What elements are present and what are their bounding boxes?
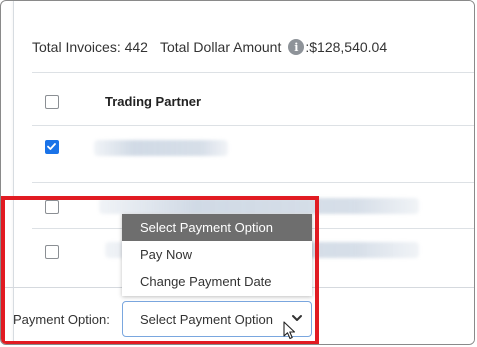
payment-option-label: Payment Option: xyxy=(13,312,110,327)
total-invoices-label: Total Invoices: xyxy=(32,39,121,55)
mouse-cursor-icon xyxy=(283,321,297,344)
total-amount-value: :$128,540.04 xyxy=(305,39,388,55)
row-checkbox-1[interactable] xyxy=(45,140,59,154)
total-invoices-value: 442 xyxy=(124,39,148,55)
payment-option-selected-value: Select Payment Option xyxy=(140,312,273,327)
totals-summary: Total Invoices: 442 Total Dollar Amount … xyxy=(32,39,387,55)
row-divider xyxy=(32,72,474,73)
dropdown-option-pay-now[interactable]: Pay Now xyxy=(122,241,312,268)
select-all-checkbox[interactable] xyxy=(45,95,59,109)
row-divider xyxy=(32,125,474,126)
row-divider xyxy=(32,182,474,183)
redacted-trading-partner xyxy=(94,140,228,156)
dropdown-option-select-payment[interactable]: Select Payment Option xyxy=(122,214,312,241)
screenshot-frame: Total Invoices: 442 Total Dollar Amount … xyxy=(0,0,475,345)
total-amount-label: Total Dollar Amount xyxy=(159,39,282,55)
info-icon[interactable]: i xyxy=(288,39,305,55)
row-checkbox-3[interactable] xyxy=(45,245,59,259)
dropdown-option-change-payment-date[interactable]: Change Payment Date xyxy=(122,268,312,295)
column-header-trading-partner[interactable]: Trading Partner xyxy=(105,94,201,109)
redacted-trading-partner xyxy=(99,198,419,214)
row-checkbox-2[interactable] xyxy=(45,200,59,214)
payment-option-dropdown[interactable]: Select Payment Option Pay Now Change Pay… xyxy=(122,214,312,296)
